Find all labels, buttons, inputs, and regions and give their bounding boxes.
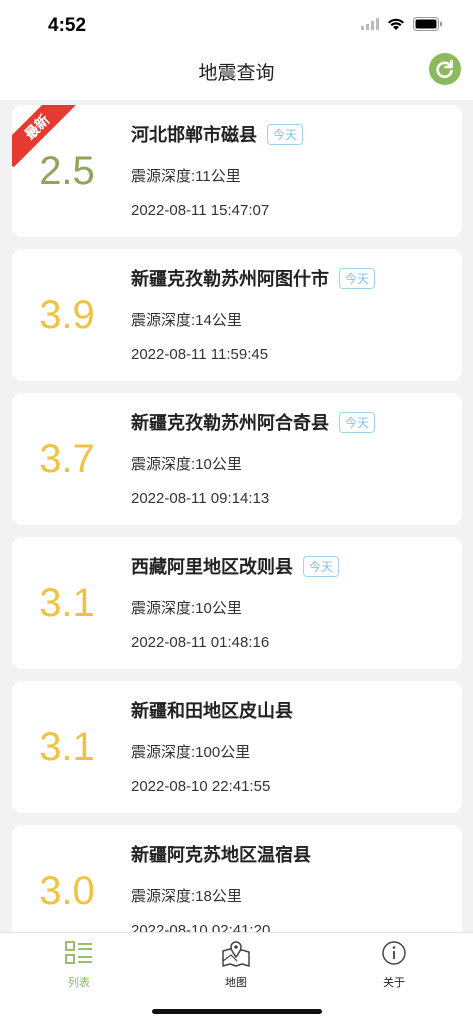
- status-bar: 4:52: [0, 0, 473, 50]
- quake-card[interactable]: 3.0 新疆阿克苏地区温宿县 震源深度:18公里 2022-08-10 02:4…: [12, 825, 462, 932]
- quake-card[interactable]: 最新 2.5 河北邯郸市磁县 今天 震源深度:11公里 2022-08-11 1…: [12, 105, 462, 237]
- list-icon: [65, 941, 92, 964]
- wifi-icon: [388, 18, 404, 30]
- quake-magnitude: 3.7: [39, 437, 95, 481]
- quake-place-text: 新疆克孜勒苏州阿图什市: [131, 269, 329, 289]
- quake-place-text: 新疆和田地区皮山县: [131, 701, 293, 721]
- quake-depth: 震源深度:18公里: [131, 888, 242, 905]
- nav-bar: 地震查询: [0, 50, 473, 100]
- tab-about[interactable]: 关于: [334, 939, 454, 990]
- quake-magnitude: 2.5: [39, 149, 95, 193]
- quake-card[interactable]: 3.7 新疆克孜勒苏州阿合奇县 今天 震源深度:10公里 2022-08-11 …: [12, 393, 462, 525]
- today-badge: 今天: [339, 411, 376, 433]
- quake-time: 2022-08-11 09:14:13: [131, 490, 270, 507]
- quake-place: 新疆克孜勒苏州阿合奇县 今天: [131, 409, 376, 435]
- quake-place: 新疆和田地区皮山县: [131, 697, 293, 723]
- quake-place: 河北邯郸市磁县 今天: [131, 121, 304, 147]
- today-badge: 今天: [339, 267, 376, 289]
- tab-label: 地图: [225, 977, 247, 989]
- tab-list[interactable]: 列表: [19, 939, 139, 990]
- signal-icon: [361, 18, 379, 30]
- quake-card[interactable]: 3.1 新疆和田地区皮山县 震源深度:100公里 2022-08-10 22:4…: [12, 681, 462, 813]
- map-icon: [222, 941, 250, 967]
- quake-place-text: 新疆阿克苏地区温宿县: [131, 845, 311, 865]
- refresh-button[interactable]: [429, 53, 461, 85]
- quake-list[interactable]: 最新 2.5 河北邯郸市磁县 今天 震源深度:11公里 2022-08-11 1…: [0, 100, 473, 932]
- today-badge: 今天: [267, 123, 304, 145]
- battery-icon: [413, 17, 442, 31]
- quake-magnitude: 3.9: [39, 293, 95, 337]
- quake-time: 2022-08-11 11:59:45: [131, 346, 269, 363]
- quake-depth: 震源深度:10公里: [131, 600, 242, 617]
- quake-place-text: 西藏阿里地区改则县: [131, 557, 293, 577]
- refresh-icon: [436, 59, 453, 79]
- quake-time: 2022-08-10 22:41:55: [131, 778, 271, 795]
- tab-map[interactable]: 地图: [176, 939, 296, 990]
- quake-time: 2022-08-11 15:47:07: [131, 202, 270, 219]
- today-badge: 今天: [303, 555, 340, 577]
- quake-time: 2022-08-10 02:41:20: [131, 922, 271, 932]
- quake-place-text: 新疆克孜勒苏州阿合奇县: [131, 413, 329, 433]
- quake-depth: 震源深度:14公里: [131, 312, 242, 329]
- status-time: 4:52: [48, 15, 87, 36]
- quake-depth: 震源深度:10公里: [131, 456, 242, 473]
- quake-card[interactable]: 3.1 西藏阿里地区改则县 今天 震源深度:10公里 2022-08-11 01…: [12, 537, 462, 669]
- quake-magnitude: 3.0: [39, 869, 95, 913]
- quake-place: 新疆阿克苏地区温宿县: [131, 841, 311, 867]
- quake-depth: 震源深度:11公里: [131, 168, 241, 185]
- quake-card[interactable]: 3.9 新疆克孜勒苏州阿图什市 今天 震源深度:14公里 2022-08-11 …: [12, 249, 462, 381]
- quake-place: 新疆克孜勒苏州阿图什市 今天: [131, 265, 376, 291]
- quake-magnitude: 3.1: [39, 725, 95, 769]
- status-icons: [361, 17, 443, 31]
- info-icon: [382, 941, 406, 965]
- quake-place: 西藏阿里地区改则县 今天: [131, 553, 340, 579]
- tab-label: 关于: [383, 977, 405, 989]
- home-indicator: [152, 1009, 322, 1014]
- quake-depth: 震源深度:100公里: [131, 744, 251, 761]
- tab-label: 列表: [68, 977, 90, 989]
- quake-time: 2022-08-11 01:48:16: [131, 634, 270, 651]
- page-title: 地震查询: [198, 63, 275, 84]
- quake-place-text: 河北邯郸市磁县: [131, 125, 257, 145]
- quake-magnitude: 3.1: [39, 581, 95, 625]
